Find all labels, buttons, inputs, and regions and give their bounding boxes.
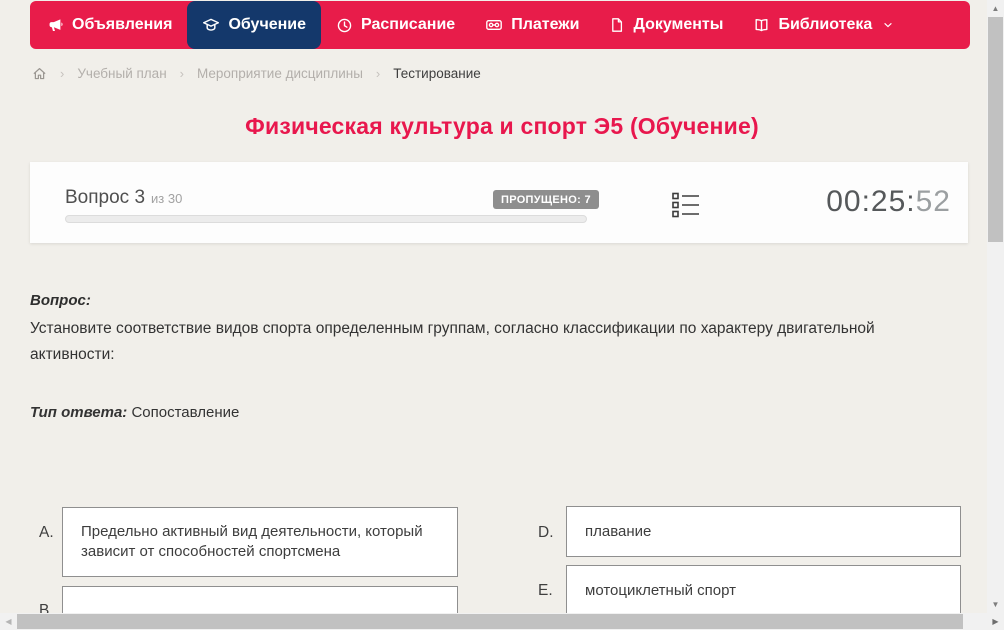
question-total-label: из 30 [151, 191, 183, 206]
scroll-left-button[interactable]: ◀ [0, 613, 17, 630]
main-navbar: Объявления Обучение Расписание Платежи Д… [30, 1, 970, 49]
vertical-scrollbar-thumb[interactable] [988, 17, 1003, 242]
answer-type-value: Сопоставление [131, 404, 240, 421]
question-list-button[interactable] [672, 192, 702, 220]
nav-item-label: Платежи [511, 16, 580, 33]
match-letter-e: E. [538, 582, 553, 599]
nav-item-announcements[interactable]: Объявления [32, 1, 187, 49]
page-title: Физическая культура и спорт Э5 (Обучение… [245, 113, 759, 139]
match-letter-a: A. [39, 524, 54, 541]
nav-item-label: Объявления [72, 16, 173, 33]
match-item-d-text: плавание [585, 522, 652, 540]
match-item-a[interactable]: Предельно активный вид деятельности, кот… [62, 507, 458, 577]
nav-item-label: Расписание [361, 16, 456, 33]
vertical-scrollbar[interactable]: ▲ ▼ [987, 0, 1004, 613]
graduation-cap-icon [202, 16, 220, 34]
breadcrumb-separator: › [179, 65, 184, 81]
scroll-right-button[interactable]: ▶ [987, 613, 1004, 630]
timer-hhmm: 00:25: [826, 185, 916, 218]
timer: 00:25:52 [826, 185, 951, 219]
breadcrumb-discipline-event[interactable]: Мероприятие дисциплины [197, 66, 363, 81]
match-item-a-text: Предельно активный вид деятельности, кот… [81, 523, 423, 560]
nav-item-label: Обучение [228, 16, 307, 33]
question-text: Установите соответствие видов спорта опр… [30, 320, 875, 363]
nav-item-schedule[interactable]: Расписание [321, 1, 470, 49]
book-icon [753, 17, 770, 34]
match-letter-d: D. [538, 524, 554, 541]
progress-bar [65, 215, 587, 223]
nav-item-documents[interactable]: Документы [594, 1, 738, 49]
match-item-e-text: мотоциклетный спорт [585, 582, 736, 599]
nav-item-label: Библиотека [778, 16, 873, 33]
megaphone-icon [47, 17, 64, 34]
scroll-up-button[interactable]: ▲ [987, 0, 1004, 17]
question-label: Вопрос: [30, 292, 91, 309]
question-number-label: Вопрос 3 [65, 187, 146, 208]
document-icon [609, 17, 625, 33]
breadcrumb-separator: › [60, 65, 65, 81]
payment-icon [485, 16, 503, 34]
breadcrumb: › Учебный план › Мероприятие дисциплины … [32, 63, 481, 83]
chevron-down-icon [882, 19, 894, 31]
nav-item-label: Документы [633, 16, 724, 33]
home-icon[interactable] [32, 66, 47, 81]
answer-type: Тип ответа: Сопоставление [30, 404, 239, 421]
scroll-down-button[interactable]: ▼ [987, 596, 1004, 613]
question-panel: Вопрос 3 из 30 ПРОПУЩЕНО: 7 00:25:52 [30, 162, 968, 243]
breadcrumb-study-plan[interactable]: Учебный план [77, 66, 166, 81]
clock-icon [336, 17, 353, 34]
question-number: Вопрос 3 из 30 [65, 187, 182, 209]
timer-seconds: 52 [915, 185, 951, 218]
nav-item-library[interactable]: Библиотека [738, 1, 909, 49]
nav-item-training[interactable]: Обучение [187, 1, 322, 49]
match-item-e[interactable]: мотоциклетный спорт [566, 565, 961, 617]
skipped-badge: ПРОПУЩЕНО: 7 [493, 190, 599, 209]
horizontal-scrollbar[interactable]: ◀ ▶ [0, 613, 1004, 630]
match-item-d[interactable]: плавание [566, 506, 961, 557]
answer-type-label: Тип ответа: [30, 404, 128, 421]
horizontal-scrollbar-thumb[interactable] [17, 614, 963, 629]
nav-item-payments[interactable]: Платежи [470, 1, 594, 49]
breadcrumb-separator: › [375, 65, 381, 81]
breadcrumb-testing: Тестирование [393, 65, 481, 81]
